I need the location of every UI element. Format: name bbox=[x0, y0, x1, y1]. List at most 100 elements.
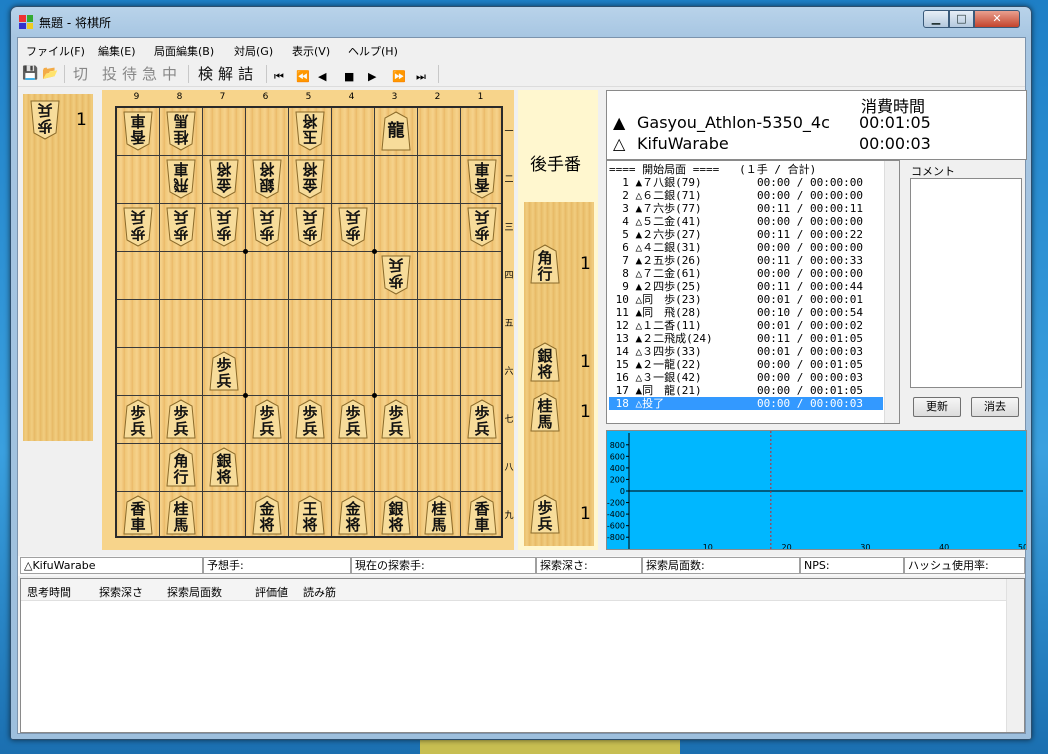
menu-item[interactable]: 表示(V) bbox=[292, 43, 330, 59]
shogi-piece[interactable]: 歩兵 bbox=[30, 100, 60, 140]
shogi-piece[interactable]: 角行 bbox=[166, 447, 196, 487]
close-button[interactable]: ✕ bbox=[974, 10, 1020, 28]
comment-textarea[interactable] bbox=[910, 178, 1022, 388]
kifu-row[interactable]: 10 △同 歩(23) 00:01 / 00:00:01 bbox=[609, 293, 883, 306]
kifu-row[interactable]: 9 ▲２四歩(25) 00:11 / 00:00:44 bbox=[609, 280, 883, 293]
shogi-piece[interactable]: 歩兵 bbox=[381, 255, 411, 295]
shogi-piece[interactable]: 香車 bbox=[123, 111, 153, 151]
shogi-piece[interactable]: 歩兵 bbox=[123, 207, 153, 247]
toolbar-急-button[interactable]: 急 bbox=[142, 66, 157, 82]
shogi-piece[interactable]: 桂馬 bbox=[530, 392, 560, 432]
nav-button[interactable]: ⏮ bbox=[274, 69, 284, 85]
shogi-piece[interactable]: 龍 bbox=[381, 111, 411, 151]
nav-button[interactable]: ⏭ bbox=[416, 69, 426, 85]
shogi-piece[interactable]: 歩兵 bbox=[295, 399, 325, 439]
kifu-row[interactable]: 3 ▲７六歩(77) 00:11 / 00:00:11 bbox=[609, 202, 883, 215]
kifu-row[interactable]: 17 ▲同 龍(21) 00:00 / 00:01:05 bbox=[609, 384, 883, 397]
shogi-piece[interactable]: 歩兵 bbox=[252, 207, 282, 247]
shogi-piece[interactable]: 桂馬 bbox=[166, 111, 196, 151]
shogi-piece[interactable]: 金将 bbox=[295, 159, 325, 199]
shogi-piece[interactable]: 歩兵 bbox=[467, 207, 497, 247]
nav-button[interactable]: ◀ bbox=[318, 69, 326, 85]
shogi-piece[interactable]: 歩兵 bbox=[209, 207, 239, 247]
title-bar[interactable]: 無題 - 将棋所 ▁ □ ✕ bbox=[11, 7, 1031, 35]
kifu-row[interactable]: 16 △３一銀(42) 00:00 / 00:00:03 bbox=[609, 371, 883, 384]
toolbar-切-button[interactable]: 切 bbox=[73, 66, 88, 82]
shogi-piece[interactable]: 歩兵 bbox=[252, 399, 282, 439]
menu-item[interactable]: ファイル(F) bbox=[26, 43, 85, 59]
toolbar-解-button[interactable]: 解 bbox=[218, 66, 233, 82]
kifu-row[interactable]: 6 △４二銀(31) 00:00 / 00:00:00 bbox=[609, 241, 883, 254]
nav-button[interactable]: ■ bbox=[344, 69, 354, 85]
shogi-piece[interactable]: 飛車 bbox=[166, 159, 196, 199]
update-button[interactable]: 更新 bbox=[913, 397, 961, 417]
save-icon[interactable]: 💾 bbox=[22, 66, 38, 82]
kifu-row[interactable]: 12 △１二香(11) 00:01 / 00:00:02 bbox=[609, 319, 883, 332]
kifu-scrollbar[interactable] bbox=[884, 161, 899, 423]
shogi-piece[interactable]: 歩兵 bbox=[166, 207, 196, 247]
menu-item[interactable]: 対局(G) bbox=[234, 43, 273, 59]
shogi-piece[interactable]: 歩兵 bbox=[166, 399, 196, 439]
kifu-row[interactable]: 18 △投了 00:00 / 00:00:03 bbox=[609, 397, 883, 410]
toolbar-投-button[interactable]: 投 bbox=[102, 66, 117, 82]
shogi-piece[interactable]: 金将 bbox=[252, 495, 282, 535]
toolbar-詰-button[interactable]: 詰 bbox=[238, 66, 253, 82]
shogi-piece[interactable]: 歩兵 bbox=[338, 207, 368, 247]
kifu-row[interactable]: 7 ▲２五歩(26) 00:11 / 00:00:33 bbox=[609, 254, 883, 267]
nav-button[interactable]: ▶ bbox=[368, 69, 376, 85]
open-icon[interactable]: 📂 bbox=[42, 66, 58, 82]
shogi-piece[interactable]: 桂馬 bbox=[166, 495, 196, 535]
shogi-piece[interactable]: 金将 bbox=[338, 495, 368, 535]
pv-column-header[interactable]: 読み筋 bbox=[303, 584, 336, 600]
shogi-piece[interactable]: 香車 bbox=[123, 495, 153, 535]
shogi-piece[interactable]: 歩兵 bbox=[123, 399, 153, 439]
toolbar-中-button[interactable]: 中 bbox=[162, 66, 177, 82]
pv-column-header[interactable]: 探索深さ bbox=[99, 584, 143, 600]
shogi-piece[interactable]: 歩兵 bbox=[209, 351, 239, 391]
minimize-button[interactable]: ▁ bbox=[923, 10, 949, 28]
shogi-piece[interactable]: 銀将 bbox=[209, 447, 239, 487]
menu-item[interactable]: ヘルプ(H) bbox=[348, 43, 398, 59]
shogi-piece[interactable]: 銀将 bbox=[530, 342, 560, 382]
shogi-piece[interactable]: 歩兵 bbox=[467, 399, 497, 439]
pv-column-header[interactable]: 評価値 bbox=[255, 584, 288, 600]
kifu-row[interactable]: 2 △６二銀(71) 00:00 / 00:00:00 bbox=[609, 189, 883, 202]
piece-label: 兵 bbox=[345, 420, 361, 438]
shogi-piece[interactable]: 角行 bbox=[530, 244, 560, 284]
shogi-piece[interactable]: 香車 bbox=[467, 495, 497, 535]
maximize-button[interactable]: □ bbox=[949, 10, 974, 28]
nav-button[interactable]: ⏪ bbox=[296, 69, 310, 85]
shogi-piece[interactable]: 銀将 bbox=[252, 159, 282, 199]
nav-button[interactable]: ⏩ bbox=[392, 69, 406, 85]
shogi-piece[interactable]: 桂馬 bbox=[424, 495, 454, 535]
menu-item[interactable]: 編集(E) bbox=[98, 43, 136, 59]
shogi-piece[interactable]: 金将 bbox=[209, 159, 239, 199]
shogi-piece[interactable]: 王将 bbox=[295, 495, 325, 535]
toolbar-検-button[interactable]: 検 bbox=[198, 66, 213, 82]
kifu-row[interactable]: 1 ▲７八銀(79) 00:00 / 00:00:00 bbox=[609, 176, 883, 189]
pv-scrollbar[interactable] bbox=[1006, 579, 1024, 732]
shogi-piece[interactable]: 歩兵 bbox=[530, 494, 560, 534]
shogi-piece[interactable]: 歩兵 bbox=[295, 207, 325, 247]
pv-column-header[interactable]: 探索局面数 bbox=[167, 584, 222, 600]
kifu-row[interactable]: 15 ▲２一龍(22) 00:00 / 00:01:05 bbox=[609, 358, 883, 371]
menu-item[interactable]: 局面編集(B) bbox=[154, 43, 214, 59]
evaluation-graph[interactable]: 800 600 400 200 0 -200 -400 -600 -800 10 20 30 40 50 bbox=[606, 430, 1027, 550]
clear-button[interactable]: 消去 bbox=[971, 397, 1019, 417]
pv-grid[interactable]: 思考時間 探索深さ 探索局面数 評価値 読み筋 bbox=[20, 578, 1025, 733]
shogi-piece[interactable]: 歩兵 bbox=[338, 399, 368, 439]
kifu-row[interactable]: 5 ▲２六歩(27) 00:11 / 00:00:22 bbox=[609, 228, 883, 241]
pv-column-header[interactable]: 思考時間 bbox=[27, 584, 71, 600]
shogi-piece[interactable]: 歩兵 bbox=[381, 399, 411, 439]
shogi-piece[interactable]: 玉将 bbox=[295, 111, 325, 151]
kifu-list[interactable]: ==== 開始局面 ==== (１手 / 合計) 1 ▲７八銀(79) 00:00… bbox=[606, 160, 900, 424]
board-grid[interactable]: 香車桂馬玉将龍飛車金将銀将金将香車歩兵歩兵歩兵歩兵歩兵歩兵歩兵歩兵歩兵歩兵歩兵歩… bbox=[115, 106, 503, 538]
kifu-row[interactable]: 8 △７二金(61) 00:00 / 00:00:00 bbox=[609, 267, 883, 280]
kifu-row[interactable]: 11 ▲同 飛(28) 00:10 / 00:00:54 bbox=[609, 306, 883, 319]
shogi-piece[interactable]: 香車 bbox=[467, 159, 497, 199]
kifu-row[interactable]: 13 ▲２二飛成(24) 00:11 / 00:01:05 bbox=[609, 332, 883, 345]
toolbar-待-button[interactable]: 待 bbox=[122, 66, 137, 82]
kifu-row[interactable]: 4 △５二金(41) 00:00 / 00:00:00 bbox=[609, 215, 883, 228]
kifu-row[interactable]: 14 △３四歩(33) 00:01 / 00:00:03 bbox=[609, 345, 883, 358]
shogi-piece[interactable]: 銀将 bbox=[381, 495, 411, 535]
